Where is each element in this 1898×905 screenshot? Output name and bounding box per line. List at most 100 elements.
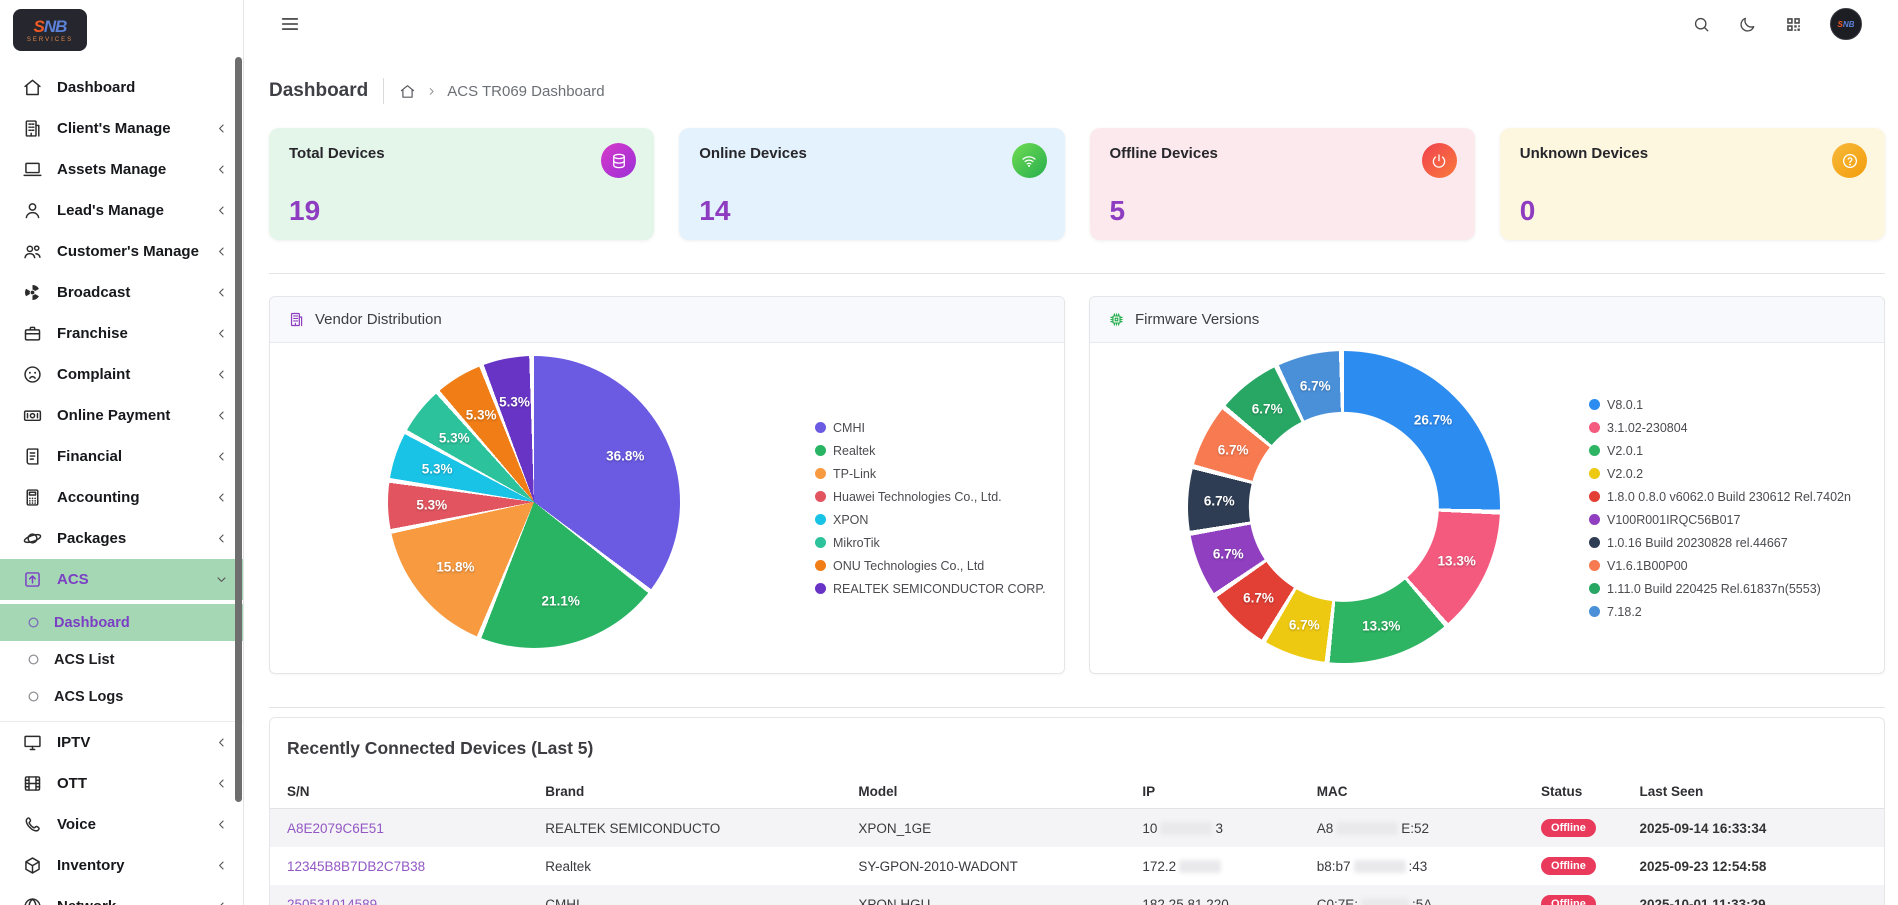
- sidebar-item-financial[interactable]: Financial: [0, 436, 243, 477]
- legend-item[interactable]: TP-Link: [815, 462, 1046, 485]
- home-icon: [22, 77, 43, 98]
- sidebar-item-iptv[interactable]: IPTV: [0, 722, 243, 763]
- pie-slice-label: 6.7%: [1289, 618, 1320, 633]
- legend-item[interactable]: V1.6.1B00P00: [1589, 554, 1851, 577]
- frown-icon: [22, 364, 43, 385]
- money-icon: [22, 405, 43, 426]
- sidebar-item-assets-manage[interactable]: Assets Manage: [0, 149, 243, 190]
- dark-mode-icon[interactable]: [1738, 15, 1757, 34]
- sidebar-item-acs[interactable]: ACS: [0, 559, 243, 600]
- breadcrumb-current: ACS TR069 Dashboard: [447, 83, 604, 100]
- legend-item[interactable]: 7.18.2: [1589, 600, 1851, 623]
- chevron-left-icon: [214, 858, 229, 873]
- legend-label: V100R001IRQC56B017: [1607, 513, 1740, 527]
- col-header-last-seen: Last Seen: [1623, 775, 1885, 809]
- sidebar-item-label: Franchise: [57, 325, 214, 342]
- legend-item[interactable]: V2.0.2: [1589, 462, 1851, 485]
- device-mac: b8:b7:43: [1300, 847, 1524, 885]
- people-icon: [22, 241, 43, 262]
- status-badge: Offline: [1541, 857, 1596, 875]
- legend-label: TP-Link: [833, 467, 876, 481]
- chevron-right-icon: [425, 85, 438, 98]
- stat-value: 5: [1110, 195, 1126, 227]
- sidebar-item-label: Assets Manage: [57, 161, 214, 178]
- legend-item[interactable]: V100R001IRQC56B017: [1589, 508, 1851, 531]
- firmware-versions-header: Firmware Versions: [1090, 297, 1884, 343]
- sidebar-scrollbar[interactable]: [235, 57, 242, 802]
- sidebar-subitem-acs-list[interactable]: ACS List: [0, 641, 243, 678]
- sidebar-item-label: Financial: [57, 448, 214, 465]
- redacted-text: [1361, 898, 1409, 905]
- sidebar-subitem-label: ACS Logs: [54, 689, 123, 705]
- legend-swatch: [815, 491, 826, 502]
- legend-item[interactable]: XPON: [815, 508, 1046, 531]
- breadcrumb-divider: [383, 78, 384, 104]
- chevron-left-icon: [214, 121, 229, 136]
- sidebar-subitem-dashboard[interactable]: Dashboard: [0, 604, 243, 641]
- legend-item[interactable]: REALTEK SEMICONDUCTOR CORP.: [815, 577, 1046, 600]
- sidebar-item-network[interactable]: Network: [0, 886, 243, 905]
- pie-slice-label: 21.1%: [542, 593, 580, 608]
- qr-code-icon[interactable]: [1784, 15, 1803, 34]
- brand-logo[interactable]: SNB SERVICES: [13, 9, 87, 51]
- sidebar-item-ott[interactable]: OTT: [0, 763, 243, 804]
- sidebar-item-franchise[interactable]: Franchise: [0, 313, 243, 354]
- legend-item[interactable]: Realtek: [815, 439, 1046, 462]
- device-sn-link[interactable]: 250531014589: [287, 897, 377, 905]
- top-bar: SNB: [244, 0, 1898, 48]
- sidebar-item-customer-s-manage[interactable]: Customer's Manage: [0, 231, 243, 272]
- legend-item[interactable]: 1.8.0 0.8.0 v6062.0 Build 230612 Rel.740…: [1589, 485, 1851, 508]
- stats-row: Total Devices19Online Devices14Offline D…: [269, 128, 1885, 240]
- legend-swatch: [1589, 445, 1600, 456]
- sidebar-item-client-s-manage[interactable]: Client's Manage: [0, 108, 243, 149]
- home-icon[interactable]: [399, 83, 416, 100]
- menu-toggle-icon[interactable]: [279, 13, 301, 35]
- sidebar-item-complaint[interactable]: Complaint: [0, 354, 243, 395]
- legend-item[interactable]: 1.0.16 Build 20230828 rel.44667: [1589, 531, 1851, 554]
- legend-swatch: [1589, 491, 1600, 502]
- device-sn-link[interactable]: 12345B8B7DB2C7B38: [287, 859, 425, 874]
- chevron-left-icon: [214, 531, 229, 546]
- status-badge: Offline: [1541, 819, 1596, 837]
- user-avatar[interactable]: SNB: [1830, 8, 1862, 40]
- search-icon[interactable]: [1692, 15, 1711, 34]
- col-header-status: Status: [1524, 775, 1622, 809]
- legend-item[interactable]: ONU Technologies Co., Ltd: [815, 554, 1046, 577]
- chevron-left-icon: [214, 735, 229, 750]
- sidebar-item-label: Dashboard: [57, 79, 229, 96]
- legend-label: V2.0.2: [1607, 467, 1643, 481]
- sidebar-item-accounting[interactable]: Accounting: [0, 477, 243, 518]
- chevron-left-icon: [214, 162, 229, 177]
- legend-item[interactable]: V2.0.1: [1589, 439, 1851, 462]
- legend-item[interactable]: 3.1.02-230804: [1589, 416, 1851, 439]
- recent-devices-title: Recently Connected Devices (Last 5): [270, 738, 1884, 775]
- device-sn-link[interactable]: A8E2079C6E51: [287, 821, 384, 836]
- sidebar-item-online-payment[interactable]: Online Payment: [0, 395, 243, 436]
- upload-icon: [22, 569, 43, 590]
- sidebar-subitem-acs-logs[interactable]: ACS Logs: [0, 678, 243, 715]
- legend-item[interactable]: CMHI: [815, 416, 1046, 439]
- sidebar-item-packages[interactable]: Packages: [0, 518, 243, 559]
- chevron-left-icon: [214, 899, 229, 905]
- pie-slice-label: 13.3%: [1362, 619, 1400, 634]
- legend-label: XPON: [833, 513, 868, 527]
- sidebar-item-voice[interactable]: Voice: [0, 804, 243, 845]
- device-brand: REALTEK SEMICONDUCTO: [528, 809, 841, 848]
- sidebar-item-label: Inventory: [57, 857, 214, 874]
- legend-item[interactable]: Huawei Technologies Co., Ltd.: [815, 485, 1046, 508]
- sidebar-item-broadcast[interactable]: Broadcast: [0, 272, 243, 313]
- sidebar-item-label: Voice: [57, 816, 214, 833]
- legend-item[interactable]: V8.0.1: [1589, 393, 1851, 416]
- legend-item[interactable]: MikroTik: [815, 531, 1046, 554]
- firmware-versions-card: Firmware Versions 26.7%13.3%13.3%6.7%6.7…: [1089, 296, 1885, 674]
- sidebar-item-lead-s-manage[interactable]: Lead's Manage: [0, 190, 243, 231]
- table-header-row: S/NBrandModelIPMACStatusLast Seen: [270, 775, 1884, 809]
- breadcrumb: Dashboard ACS TR069 Dashboard: [269, 78, 1885, 104]
- sidebar-item-dashboard[interactable]: Dashboard: [0, 67, 243, 108]
- sidebar-item-inventory[interactable]: Inventory: [0, 845, 243, 886]
- page-content: Dashboard ACS TR069 Dashboard Total Devi…: [244, 48, 1898, 905]
- charts-row: Vendor Distribution 36.8%21.1%15.8%5.3%5…: [269, 296, 1885, 674]
- device-model: XPON HGU: [841, 885, 1125, 905]
- pie-slice-label: 5.3%: [416, 497, 447, 512]
- legend-item[interactable]: 1.11.0 Build 220425 Rel.61837n(5553): [1589, 577, 1851, 600]
